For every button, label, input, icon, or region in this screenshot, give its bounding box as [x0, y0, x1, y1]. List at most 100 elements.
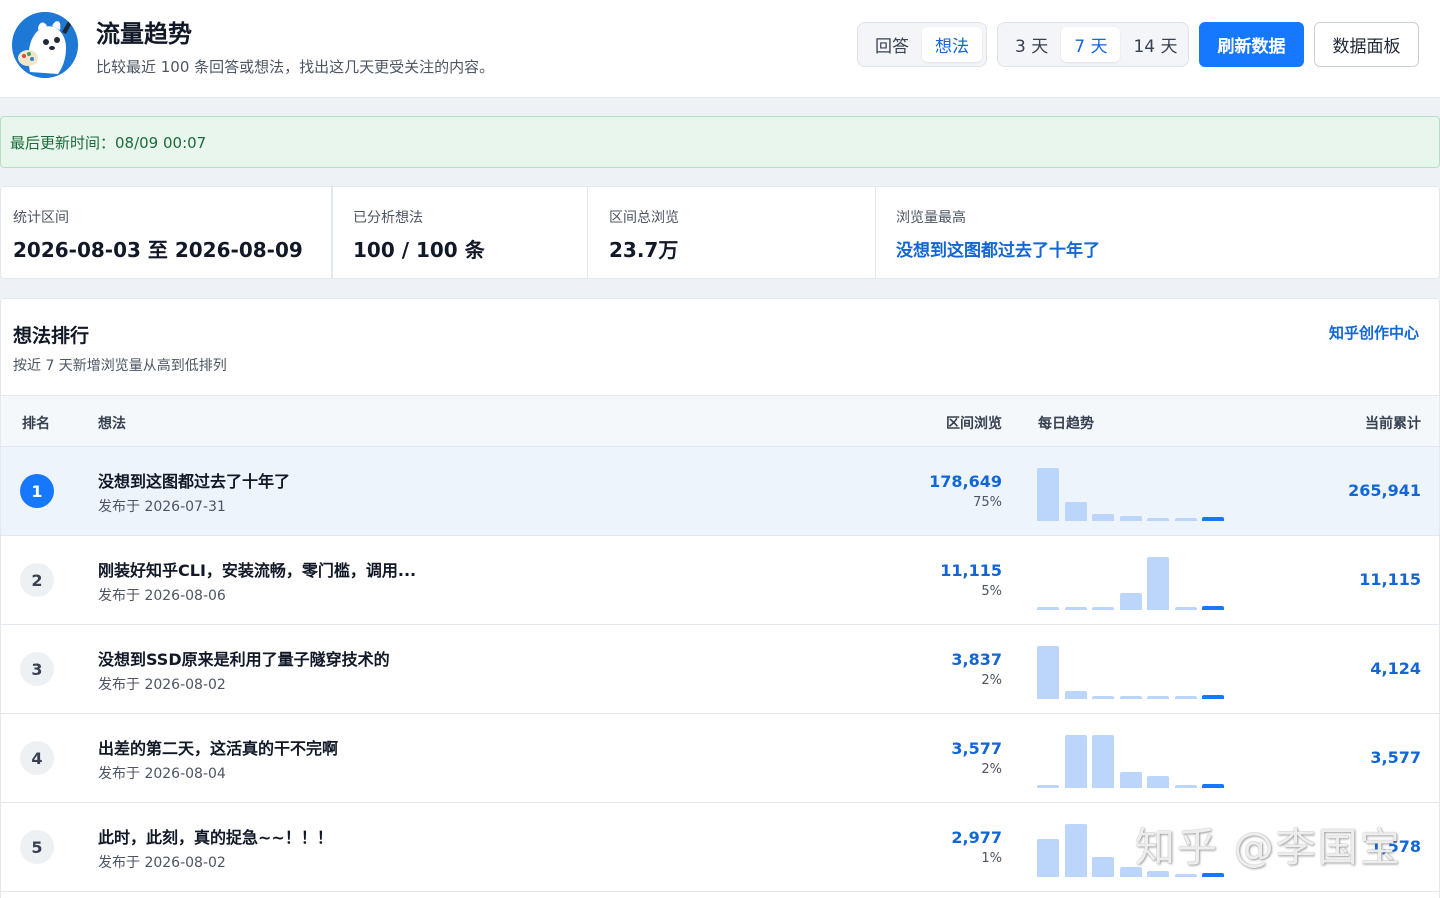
- views-share: 75%: [973, 495, 1002, 510]
- post-title-link[interactable]: 没想到SSD原来是利用了量子隧穿技术的: [98, 646, 390, 670]
- trend-bar: [1065, 502, 1087, 521]
- trend-bar: [1202, 695, 1224, 699]
- stat-top-post: 浏览量最高 没想到这图都过去了十年了: [896, 187, 1416, 278]
- views-share: 5%: [981, 584, 1002, 599]
- stat-period: 统计区间 2026-08-03 至 2026-08-09: [13, 187, 333, 278]
- stat-top-post-label: 浏览量最高: [896, 210, 966, 226]
- post-title-link[interactable]: 此时，此刻，真的捉急~~！！！: [98, 824, 333, 848]
- column-post: 想法: [98, 416, 126, 432]
- views-share: 1%: [981, 851, 1002, 866]
- trend-bar: [1120, 593, 1142, 610]
- stat-divider: [587, 187, 588, 278]
- trend-bar: [1147, 518, 1169, 521]
- views-share: 2%: [981, 673, 1002, 688]
- trend-bar: [1202, 873, 1224, 877]
- table-row[interactable]: 2 刚装好知乎CLI，安装流畅，零门槛，调用... 发布于 2026-08-06…: [1, 536, 1439, 625]
- trend-bar: [1175, 518, 1197, 521]
- rank-badge: 3: [20, 652, 54, 686]
- dashboard-button[interactable]: 数据面板: [1314, 22, 1419, 67]
- trend-bar: [1065, 824, 1087, 877]
- trend-bar: [1037, 646, 1059, 699]
- tab-answers[interactable]: 回答: [862, 27, 922, 62]
- cumulative-views: 3,577: [1370, 748, 1421, 767]
- daily-trend-chart: [1037, 714, 1227, 803]
- trend-bar: [1147, 696, 1169, 699]
- post-title-link[interactable]: 出差的第二天，这活真的干不完啊: [98, 735, 338, 759]
- tab-thoughts[interactable]: 想法: [922, 27, 982, 62]
- rank-badge: 2: [20, 563, 54, 597]
- trend-bar: [1120, 772, 1142, 788]
- trend-bar: [1092, 857, 1114, 877]
- content-type-toggle: 回答 想法: [857, 22, 987, 67]
- post-date: 发布于 2026-08-02: [98, 677, 226, 693]
- range-toggle: 3 天 7 天 14 天: [997, 22, 1189, 67]
- daily-trend-chart: [1037, 536, 1227, 625]
- cumulative-views: 11,115: [1359, 570, 1421, 589]
- stat-total-views: 区间总浏览 23.7万: [609, 187, 876, 278]
- trend-bar: [1092, 696, 1114, 699]
- trend-bar: [1175, 696, 1197, 699]
- trend-bar: [1065, 735, 1087, 788]
- period-views: 3,837: [951, 650, 1002, 669]
- stat-analyzed-label: 已分析想法: [353, 210, 423, 226]
- post-title-link[interactable]: 刚装好知乎CLI，安装流畅，零门槛，调用...: [98, 557, 416, 581]
- ranking-title: 想法排行: [13, 325, 90, 347]
- column-views: 区间浏览: [946, 416, 1002, 432]
- trend-bar: [1065, 607, 1087, 610]
- period-views: 3,577: [951, 739, 1002, 758]
- table-row[interactable]: 3 没想到SSD原来是利用了量子隧穿技术的 发布于 2026-08-02 3,8…: [1, 625, 1439, 714]
- period-views: 11,115: [940, 561, 1002, 580]
- rank-badge: 5: [20, 830, 54, 864]
- rank-badge: 1: [20, 474, 54, 508]
- top-header: 流量趋势 比较最近 100 条回答或想法，找出这几天更受关注的内容。 回答 想法…: [0, 0, 1440, 98]
- post-title-link[interactable]: 没想到这图都过去了十年了: [98, 468, 290, 492]
- watermark-text: 知乎 @李国宝: [1135, 825, 1402, 871]
- column-total: 当前累计: [1365, 416, 1421, 432]
- period-views: 2,977: [951, 828, 1002, 847]
- post-date: 发布于 2026-08-02: [98, 855, 226, 871]
- stats-summary: 统计区间 2026-08-03 至 2026-08-09 已分析想法 100 /…: [0, 186, 1440, 279]
- cumulative-views: 265,941: [1348, 481, 1421, 500]
- trend-bar: [1147, 557, 1169, 610]
- table-header: 排名 想法 区间浏览 每日趋势 当前累计: [1, 395, 1439, 447]
- trend-bar: [1175, 785, 1197, 788]
- trend-bar: [1037, 468, 1059, 521]
- page-subtitle: 比较最近 100 条回答或想法，找出这几天更受关注的内容。: [96, 58, 495, 76]
- stat-top-post-link[interactable]: 没想到这图都过去了十年了: [896, 236, 1100, 261]
- cumulative-views: 4,124: [1370, 659, 1421, 678]
- trend-bar: [1037, 839, 1059, 877]
- trend-bar: [1202, 606, 1224, 610]
- trend-bar: [1147, 776, 1169, 788]
- range-7-days[interactable]: 7 天: [1061, 27, 1121, 62]
- table-row[interactable]: 4 出差的第二天，这活真的干不完啊 发布于 2026-08-04 3,577 2…: [1, 714, 1439, 803]
- trend-bar: [1175, 874, 1197, 877]
- post-date: 发布于 2026-08-06: [98, 588, 226, 604]
- trend-bar: [1037, 607, 1059, 610]
- page-title: 流量趋势: [96, 20, 192, 48]
- daily-trend-chart: [1037, 625, 1227, 714]
- stat-divider: [331, 187, 332, 278]
- stat-divider: [875, 187, 876, 278]
- stat-total-views-label: 区间总浏览: [609, 210, 679, 226]
- creator-center-link[interactable]: 知乎创作中心: [1329, 322, 1419, 343]
- app-logo: [12, 12, 78, 78]
- period-views: 178,649: [929, 472, 1002, 491]
- trend-bar: [1092, 514, 1114, 521]
- stat-analyzed: 已分析想法 100 / 100 条: [353, 187, 588, 278]
- table-row[interactable]: 1 没想到这图都过去了十年了 发布于 2026-07-31 178,649 75…: [1, 447, 1439, 536]
- trend-bar: [1037, 785, 1059, 788]
- daily-trend-chart: [1037, 447, 1227, 536]
- range-14-days[interactable]: 14 天: [1120, 27, 1190, 62]
- ranking-subtitle: 按近 7 天新增浏览量从高到低排列: [13, 358, 227, 374]
- trend-bar: [1092, 607, 1114, 610]
- column-trend: 每日趋势: [1038, 416, 1094, 432]
- trend-bar: [1202, 784, 1224, 788]
- trend-bar: [1202, 517, 1224, 521]
- refresh-button[interactable]: 刷新数据: [1199, 22, 1304, 67]
- stat-analyzed-value: 100 / 100 条: [353, 238, 485, 262]
- range-3-days[interactable]: 3 天: [1002, 27, 1061, 62]
- stat-period-value: 2026-08-03 至 2026-08-09: [13, 238, 303, 262]
- last-updated-notice: 最后更新时间：08/09 00:07: [0, 116, 1440, 168]
- column-rank: 排名: [22, 416, 50, 432]
- post-date: 发布于 2026-07-31: [98, 499, 226, 515]
